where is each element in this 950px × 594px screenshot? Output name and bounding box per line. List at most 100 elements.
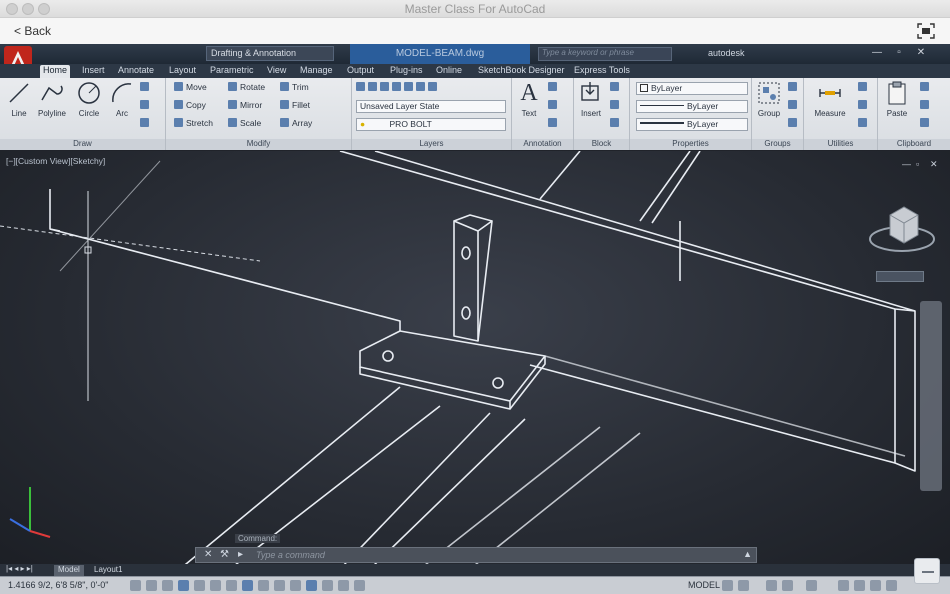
video-player[interactable]: Drafting & Annotation MODEL-BEAM.dwg Typ…	[0, 44, 950, 594]
annotation-visibility-icon[interactable]	[782, 580, 793, 591]
id-point-icon[interactable]	[858, 118, 870, 130]
group-edit-icon[interactable]	[788, 100, 800, 112]
3d-object-snap-icon[interactable]	[226, 580, 237, 591]
annotation-scale-icon[interactable]	[766, 580, 777, 591]
dimension-icon[interactable]	[548, 82, 560, 94]
tab-manage[interactable]: Manage	[297, 65, 336, 78]
create-block-icon[interactable]	[610, 82, 622, 94]
navigation-bar[interactable]	[920, 301, 942, 491]
restore-icon[interactable]: ▫	[892, 47, 906, 59]
tab-layout[interactable]: Layout	[166, 65, 199, 78]
tab-output[interactable]: Output	[344, 65, 377, 78]
tab-parametric[interactable]: Parametric	[207, 65, 257, 78]
panel-title-properties[interactable]: Properties	[630, 139, 751, 150]
layer-tools-icons[interactable]	[356, 82, 440, 94]
linetype-select[interactable]: ByLayer	[636, 100, 748, 113]
workspace-select[interactable]: Drafting & Annotation	[206, 46, 334, 61]
panel-title-groups[interactable]: Groups	[752, 139, 803, 150]
tab-home[interactable]: Home	[40, 65, 71, 78]
rotate-button[interactable]: Rotate	[228, 82, 265, 94]
fullscreen-icon[interactable]	[916, 22, 936, 40]
snap-mode-icon[interactable]	[146, 580, 157, 591]
tab-annotate[interactable]: Annotate	[115, 65, 157, 78]
tab-view[interactable]: View	[264, 65, 289, 78]
lineweight-toggle-icon[interactable]	[290, 580, 301, 591]
isolate-objects-icon[interactable]	[854, 580, 865, 591]
scale-button[interactable]: Scale	[228, 118, 261, 130]
object-snap-icon[interactable]	[210, 580, 221, 591]
table-icon[interactable]	[548, 118, 560, 130]
copy-button[interactable]: Copy	[174, 100, 206, 112]
workspace-switching-icon[interactable]	[806, 580, 817, 591]
copy-clip-icon[interactable]	[920, 100, 932, 112]
tab-sketchbook-designer[interactable]: SketchBook Designer	[475, 65, 568, 78]
panel-title-block[interactable]: Block	[574, 139, 629, 150]
viewcube-icon[interactable]	[866, 195, 938, 265]
command-history-toggle-icon[interactable]: ▲	[743, 549, 752, 559]
cut-icon[interactable]	[920, 82, 932, 94]
infer-constraints-icon[interactable]	[130, 580, 141, 591]
mirror-button[interactable]: Mirror	[228, 100, 262, 112]
tab-layout1[interactable]: Layout1	[90, 565, 126, 576]
stretch-button[interactable]: Stretch	[174, 118, 213, 130]
calculator-icon[interactable]	[858, 100, 870, 112]
group-button[interactable]: Group	[754, 80, 784, 118]
close-icon[interactable]: ✕	[914, 47, 928, 59]
object-snap-tracking-icon[interactable]	[242, 580, 253, 591]
tab-online[interactable]: Online	[433, 65, 465, 78]
arc-button[interactable]: Arc	[108, 80, 136, 118]
text-button[interactable]: A Text	[516, 80, 542, 118]
group-select-icon[interactable]	[788, 118, 800, 130]
panel-title-utilities[interactable]: Utilities	[804, 139, 877, 150]
hardware-acceleration-icon[interactable]	[838, 580, 849, 591]
attribute-icon[interactable]	[610, 118, 622, 130]
panel-title-layers[interactable]: Layers	[352, 139, 511, 150]
paste-button[interactable]: Paste	[882, 80, 912, 118]
command-input[interactable]: Type a command	[256, 550, 325, 560]
match-properties-icon[interactable]	[920, 118, 932, 130]
leader-icon[interactable]	[548, 100, 560, 112]
quick-select-icon[interactable]	[858, 82, 870, 94]
layer-state-select[interactable]: Unsaved Layer State	[356, 100, 506, 113]
panel-title-clipboard[interactable]: Clipboard	[878, 139, 950, 150]
lineweight-select[interactable]: ByLayer	[636, 118, 748, 131]
current-layer-select[interactable]: ● PRO BOLT	[356, 118, 506, 131]
insert-button[interactable]: Insert	[578, 80, 604, 118]
ungroup-icon[interactable]	[788, 82, 800, 94]
line-button[interactable]: Line	[4, 80, 34, 118]
dynamic-input-icon[interactable]	[274, 580, 285, 591]
tab-plugins[interactable]: Plug-ins	[387, 65, 426, 78]
move-button[interactable]: Move	[174, 82, 207, 94]
polyline-button[interactable]: Polyline	[34, 80, 70, 118]
close-command-icon[interactable]: ✕	[204, 549, 212, 560]
measure-button[interactable]: Measure	[810, 80, 850, 118]
polar-tracking-icon[interactable]	[194, 580, 205, 591]
color-select[interactable]: ByLayer	[636, 82, 748, 95]
annotation-monitor-icon[interactable]	[354, 580, 365, 591]
transparency-icon[interactable]	[306, 580, 317, 591]
grid-display-icon[interactable]	[162, 580, 173, 591]
rectangle-icon[interactable]	[140, 82, 152, 94]
command-line[interactable]: ✕ ⚒ ▸ Type a command ▲	[195, 547, 757, 563]
clean-screen-icon[interactable]	[886, 580, 897, 591]
minimize-icon[interactable]: —	[870, 47, 884, 59]
dynamic-ucs-icon[interactable]	[258, 580, 269, 591]
tab-model[interactable]: Model	[54, 565, 84, 576]
selection-cycling-icon[interactable]	[338, 580, 349, 591]
tab-insert[interactable]: Insert	[79, 65, 108, 78]
back-button[interactable]: < Back	[14, 24, 51, 38]
drawing-viewport[interactable]: [−][Custom View][Sketchy] — ▫ ✕	[0, 151, 950, 569]
viewcube-wcs-menu[interactable]	[876, 271, 924, 282]
coordinates-readout[interactable]: 1.4166 9/2, 6'8 5/8", 0'-0"	[8, 580, 108, 590]
status-bar-menu-icon[interactable]	[870, 580, 881, 591]
circle-button[interactable]: Circle	[74, 80, 104, 118]
user-name[interactable]: autodesk	[708, 48, 745, 58]
panel-title-modify[interactable]: Modify	[166, 139, 351, 150]
trim-button[interactable]: Trim	[280, 82, 309, 94]
quick-view-layouts-icon[interactable]	[722, 580, 733, 591]
ortho-mode-icon[interactable]	[178, 580, 189, 591]
quick-view-drawings-icon[interactable]	[738, 580, 749, 591]
panel-title-annotation[interactable]: Annotation	[512, 139, 573, 150]
wrench-icon[interactable]: ⚒	[220, 549, 229, 560]
layout-nav-first-icon[interactable]: |◂ ◂ ▸ ▸|	[6, 564, 33, 573]
